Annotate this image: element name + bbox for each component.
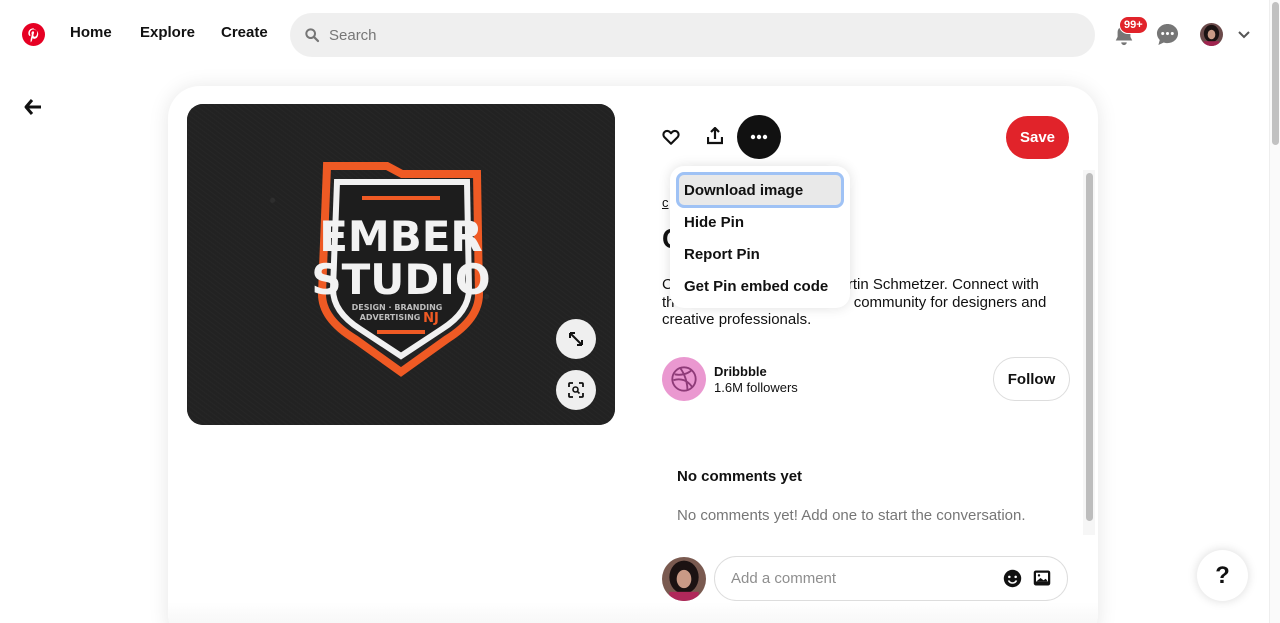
chat-icon[interactable] (1156, 23, 1179, 46)
chevron-down-icon[interactable] (1237, 29, 1251, 41)
pin-image[interactable]: EMBER STUDIO DESIGN · BRANDING ADVERTISI… (187, 104, 615, 425)
menu-item-get-embed-code[interactable]: Get Pin embed code (676, 270, 844, 302)
share-icon[interactable] (707, 127, 723, 145)
follow-button[interactable]: Follow (993, 357, 1070, 401)
expand-image-button[interactable] (556, 319, 596, 359)
search-bar[interactable] (290, 13, 1095, 57)
ember-studio-logo: EMBER STUDIO DESIGN · BRANDING ADVERTISI… (311, 162, 491, 377)
emoji-icon[interactable] (1003, 569, 1022, 588)
comments-heading: No comments yet (677, 468, 803, 485)
image-upload-icon[interactable] (1033, 569, 1051, 587)
nav-home[interactable]: Home (70, 24, 112, 41)
logo-text-ember: EMBER (319, 212, 483, 261)
logo-tagline-nj: NJ (423, 311, 439, 326)
comment-input[interactable] (731, 570, 991, 587)
search-icon (305, 28, 320, 43)
logo-text-studio: STUDIO (311, 255, 490, 304)
top-nav: Home Explore Create 99+ (0, 0, 1268, 70)
more-options-button[interactable] (737, 115, 781, 159)
user-avatar[interactable] (1200, 23, 1223, 46)
more-options-menu: Download image Hide Pin Report Pin Get P… (670, 166, 850, 308)
back-arrow-icon[interactable] (24, 98, 42, 116)
comment-box[interactable] (714, 556, 1068, 601)
notifications-badge: 99+ (1119, 16, 1148, 34)
lens-search-icon (568, 382, 584, 398)
my-avatar (662, 557, 706, 601)
help-button[interactable]: ? (1197, 550, 1248, 601)
ellipsis-icon (750, 134, 768, 140)
comment-footer (168, 536, 1098, 623)
visual-search-button[interactable] (556, 370, 596, 410)
heart-icon[interactable] (662, 128, 680, 146)
pin-closeup-card: EMBER STUDIO DESIGN · BRANDING ADVERTISI… (168, 86, 1098, 623)
menu-item-report-pin[interactable]: Report Pin (676, 238, 844, 270)
creator-avatar[interactable] (662, 357, 706, 401)
logo-tagline-2: ADVERTISING (360, 313, 421, 322)
menu-item-download-image[interactable]: Download image (676, 172, 844, 208)
page-scrollbar-thumb[interactable] (1272, 2, 1279, 145)
nav-create[interactable]: Create (221, 24, 268, 41)
menu-item-hide-pin[interactable]: Hide Pin (676, 206, 844, 238)
nav-explore[interactable]: Explore (140, 24, 195, 41)
search-input[interactable] (329, 26, 1029, 44)
content-scrollbar[interactable] (1083, 170, 1095, 535)
content-scrollbar-thumb[interactable] (1086, 173, 1093, 521)
source-link[interactable]: c (662, 195, 669, 210)
creator-followers: 1.6M followers (714, 380, 798, 395)
expand-icon (569, 332, 583, 346)
page-scrollbar[interactable] (1269, 0, 1280, 623)
comments-empty-text: No comments yet! Add one to start the co… (677, 507, 1026, 524)
save-button[interactable]: Save (1006, 116, 1069, 159)
pinterest-logo-icon[interactable] (22, 23, 45, 46)
dribbble-icon (671, 366, 697, 392)
creator-name[interactable]: Dribbble (714, 364, 767, 379)
